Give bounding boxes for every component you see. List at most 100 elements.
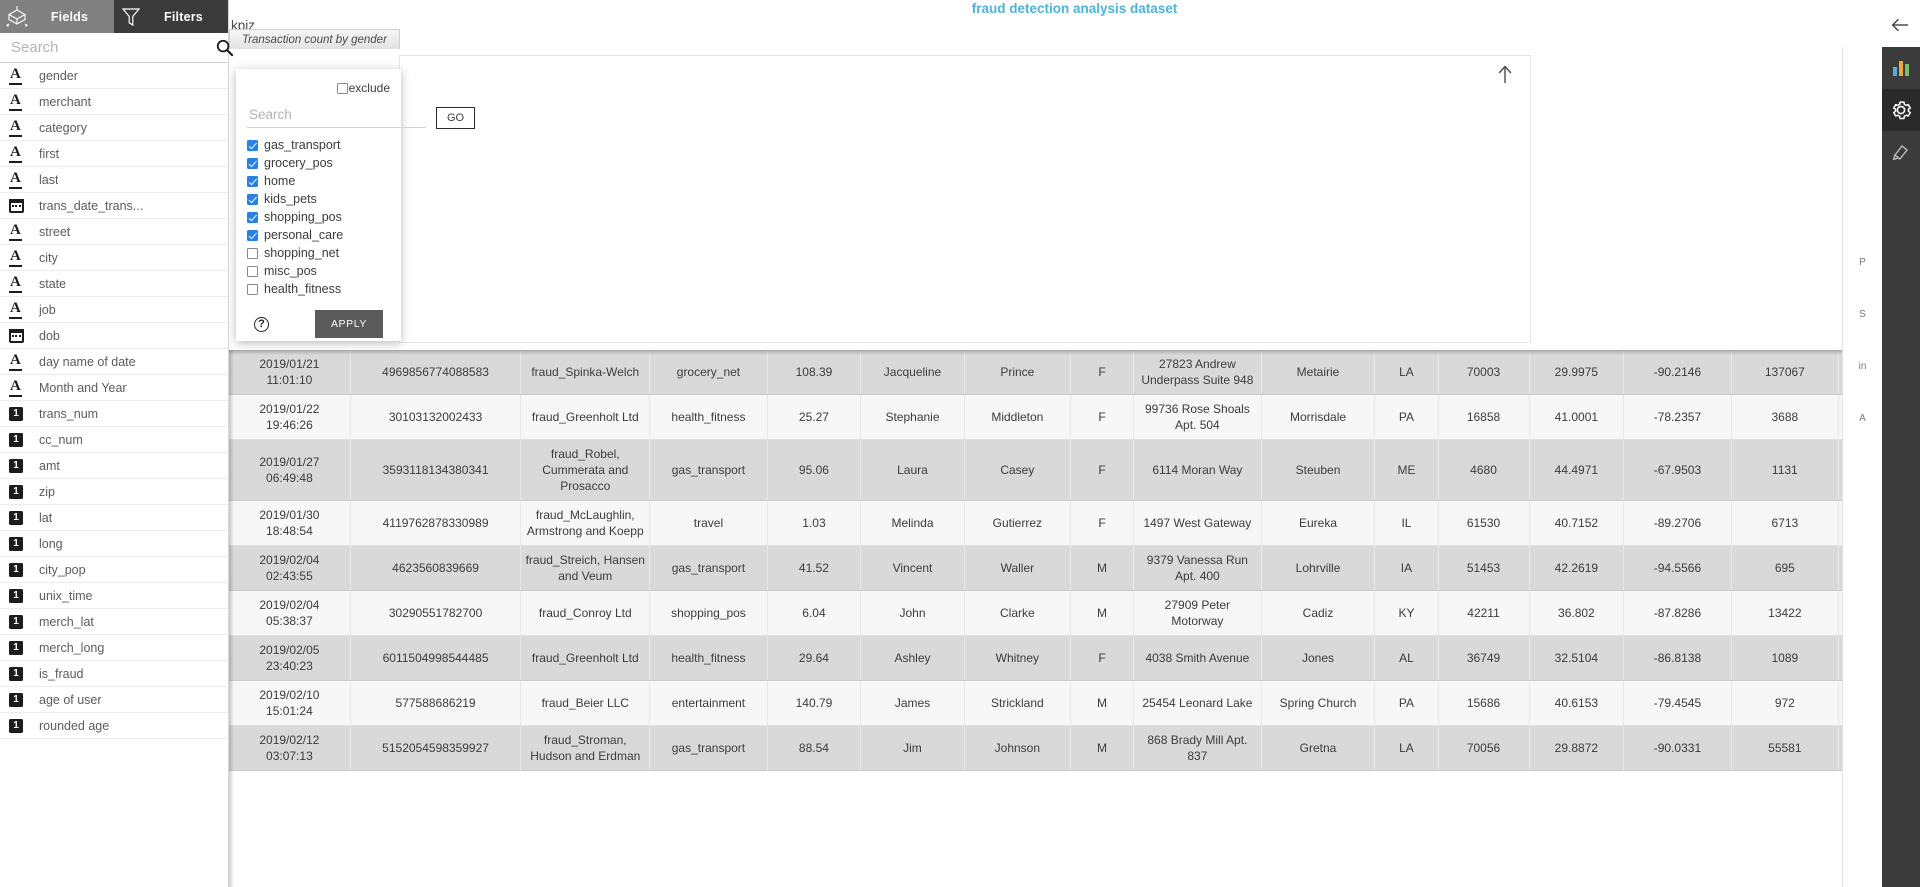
field-item[interactable]: 1 zip (0, 479, 228, 505)
filter-value-checkbox[interactable] (247, 283, 258, 295)
filter-value-row[interactable]: shopping_pos (247, 208, 390, 226)
field-item[interactable]: 1 lat (0, 505, 228, 531)
filter-value-checkbox[interactable] (247, 175, 258, 187)
tab-filters[interactable]: Filters (114, 0, 228, 33)
data-table[interactable]: 2019/01/21 11:01:10 4969856774088583 fraud_… (229, 350, 1920, 887)
tab-fields-label: Fields (50, 9, 89, 24)
table-cell: 99736 Rose Shoals Apt. 504 (1133, 394, 1262, 440)
filter-value-checkbox[interactable] (247, 157, 258, 169)
table-cell: IA (1374, 545, 1439, 591)
chart-icon[interactable] (1882, 47, 1920, 89)
field-item[interactable]: 1 cc_num (0, 427, 228, 453)
table-cell: Laura (860, 439, 965, 501)
field-item[interactable]: 1 merch_lat (0, 609, 228, 635)
table-cell: health_fitness (649, 394, 768, 440)
collapse-right-icon[interactable] (1886, 12, 1912, 38)
field-item[interactable]: Ajob (0, 297, 228, 323)
search-icon[interactable] (212, 38, 236, 57)
filter-value-checkbox[interactable] (247, 229, 258, 241)
table-cell: 6011504998544485 (350, 635, 522, 681)
filter-value-label: home (264, 174, 296, 188)
field-item[interactable]: Agender (0, 63, 228, 89)
exclude-checkbox[interactable] (336, 82, 348, 94)
filter-value-row[interactable]: health_fitness (247, 280, 390, 298)
field-item[interactable]: 1 unix_time (0, 583, 228, 609)
table-cell: 16858 (1438, 394, 1530, 440)
field-item[interactable]: trans_date_trans... (0, 193, 228, 219)
filter-value-label: gas_transport (264, 138, 341, 152)
field-item[interactable]: Alast (0, 167, 228, 193)
filter-value-checkbox[interactable] (247, 247, 258, 259)
field-item[interactable]: 1 city_pop (0, 557, 228, 583)
filter-value-checkbox[interactable] (247, 193, 258, 205)
filter-value-checkbox[interactable] (247, 265, 258, 277)
filter-value-row[interactable]: shopping_net (247, 244, 390, 262)
filter-value-row[interactable]: misc_pos (247, 262, 390, 280)
sort-ascending-icon[interactable] (1496, 64, 1516, 86)
field-item[interactable]: 1 rounded age (0, 713, 228, 739)
table-cell: 1089 (1731, 635, 1840, 681)
table-row[interactable]: 2019/01/27 06:49:48 3593118134380341 fraud_… (229, 439, 1920, 501)
tab-fields[interactable]: Fields (0, 0, 114, 33)
filter-value-row[interactable]: grocery_pos (247, 154, 390, 172)
field-item[interactable]: Amerchant (0, 89, 228, 115)
help-icon[interactable]: ? (253, 316, 269, 332)
exclude-label: exclude (348, 81, 390, 95)
go-button[interactable]: GO (436, 107, 476, 129)
table-cell: 3593118134380341 (350, 439, 522, 501)
table-row[interactable]: 2019/02/04 05:38:37 30290551782700 fraud_Co… (229, 590, 1920, 636)
filter-value-row[interactable]: home (247, 172, 390, 190)
field-item[interactable]: Acity (0, 245, 228, 271)
fields-search-row (0, 33, 233, 63)
search-input[interactable] (9, 38, 212, 57)
field-item[interactable]: 1 amt (0, 453, 228, 479)
table-row[interactable]: 2019/02/05 23:40:23 6011504998544485 fraud_… (229, 635, 1920, 681)
table-row[interactable]: 2019/01/22 19:46:26 30103132002433 fraud_Gr… (229, 394, 1920, 440)
field-item[interactable]: 1 is_fraud (0, 661, 228, 687)
filter-value-checkbox[interactable] (247, 139, 258, 151)
table-row[interactable]: 2019/02/12 03:07:13 5152054598359927 fraud_… (229, 725, 1920, 771)
table-row[interactable]: 2019/01/30 18:48:54 4119762878330989 fraud_… (229, 500, 1920, 546)
filter-value-checkbox[interactable] (247, 211, 258, 223)
table-cell: PA (1374, 680, 1439, 726)
table-cell: 29.9975 (1529, 350, 1625, 395)
field-item[interactable]: A Month and Year (0, 375, 228, 401)
filter-value-row[interactable]: kids_pets (247, 190, 390, 208)
table-cell: -79.4545 (1623, 680, 1732, 726)
table-cell: 108.39 (767, 350, 862, 395)
table-cell: F (1070, 350, 1135, 395)
field-item[interactable]: Acategory (0, 115, 228, 141)
field-item[interactable]: Aday name of date (0, 349, 228, 375)
apply-button[interactable]: APPLY (314, 310, 384, 338)
field-item[interactable]: 1 age of user (0, 687, 228, 713)
field-type-number-icon: 1 (9, 535, 35, 553)
right-properties-strip: P S in A (1842, 47, 1882, 887)
table-cell: Gretna (1261, 725, 1376, 771)
table-cell: 25454 Leonard Lake (1133, 680, 1262, 726)
field-item[interactable]: Astreet (0, 219, 228, 245)
field-item[interactable]: 1 trans_num (0, 401, 228, 427)
gear-icon[interactable] (1882, 89, 1920, 131)
filter-value-label: personal_care (264, 228, 344, 242)
strip-label-s: S (1859, 309, 1866, 320)
table-cell: M (1070, 725, 1135, 771)
sheet-tab[interactable]: Transaction count by gender (229, 29, 400, 49)
field-label: dob (39, 328, 60, 343)
filter-search-input[interactable] (247, 107, 426, 128)
table-row[interactable]: 2019/01/21 11:01:10 4969856774088583 fraud_… (229, 350, 1920, 395)
filter-value-row[interactable]: gas_transport (247, 136, 390, 154)
field-item[interactable]: 1 merch_long (0, 635, 228, 661)
table-cell: 577588686219 (350, 680, 522, 726)
field-item[interactable]: Afirst (0, 141, 228, 167)
table-cell: 2019/01/21 11:01:10 (229, 350, 351, 395)
field-item[interactable]: Astate (0, 271, 228, 297)
field-item[interactable]: 1 long (0, 531, 228, 557)
table-cell: 4680 (1438, 439, 1530, 501)
table-cell: Ashley (860, 635, 965, 681)
paint-icon[interactable] (1882, 131, 1920, 173)
table-row[interactable]: 2019/02/04 02:43:55 4623560839669 fraud_Str… (229, 545, 1920, 591)
filter-value-row[interactable]: personal_care (247, 226, 390, 244)
field-item[interactable]: dob (0, 323, 228, 349)
exclude-toggle[interactable]: exclude (336, 81, 390, 95)
table-row[interactable]: 2019/02/10 15:01:24 577588686219 fraud_Beie… (229, 680, 1920, 726)
